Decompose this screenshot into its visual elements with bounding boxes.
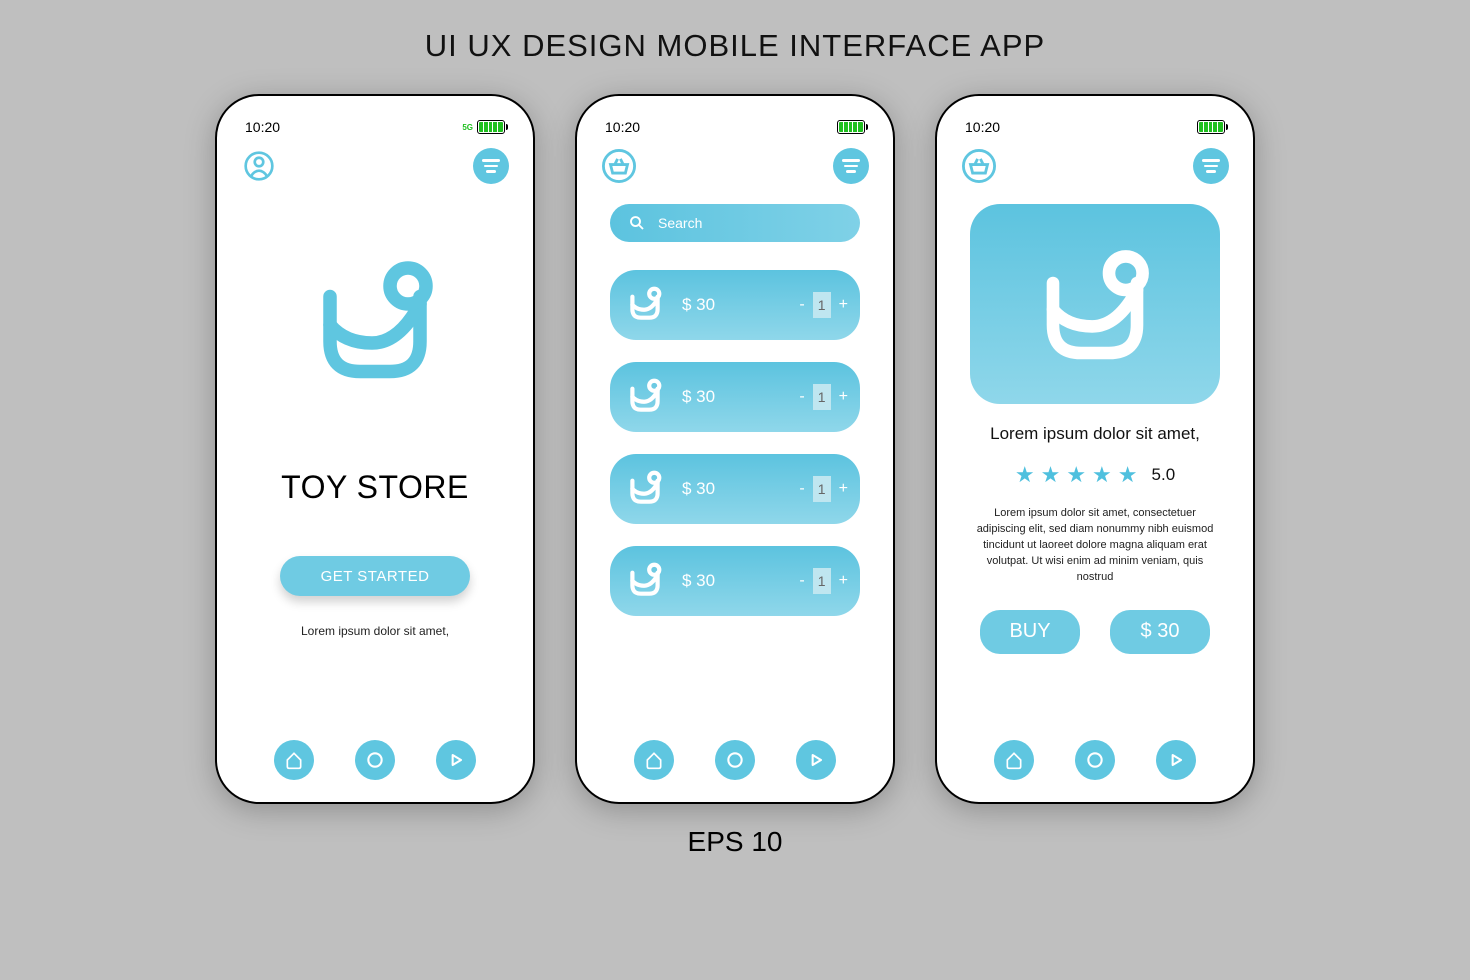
minus-button[interactable]: - [799,572,804,590]
quantity-stepper[interactable]: - 1 + [799,292,848,318]
app-logo-icon [300,244,450,399]
status-time: 10:20 [965,119,1000,135]
status-time: 10:20 [245,119,280,135]
qty-value: 1 [813,384,831,410]
rating-value: 5.0 [1152,465,1176,485]
product-icon [624,558,666,605]
basket-icon[interactable] [601,148,637,184]
quantity-stepper[interactable]: - 1 + [799,568,848,594]
product-icon [624,466,666,513]
quantity-stepper[interactable]: - 1 + [799,384,848,410]
profile-icon[interactable] [241,148,277,184]
plus-button[interactable]: + [839,480,848,498]
qty-value: 1 [813,476,831,502]
screen-list: 10:20 Search $ 30 - [575,94,895,804]
battery-icon [837,120,865,134]
buy-button[interactable]: BUY [980,610,1080,654]
battery-icon [477,120,505,134]
status-time: 10:20 [605,119,640,135]
price-label: $ 30 [682,387,715,407]
price-button[interactable]: $ 30 [1110,610,1210,654]
search-icon [628,214,646,232]
nav-home-icon[interactable] [994,740,1034,780]
product-image [970,204,1220,404]
nav-circle-icon[interactable] [1075,740,1115,780]
menu-icon[interactable] [833,148,869,184]
status-bar: 10:20 5G [217,112,533,142]
search-placeholder: Search [658,215,702,231]
minus-button[interactable]: - [799,296,804,314]
star-icon: ★ [1015,462,1035,488]
list-item[interactable]: $ 30 - 1 + [610,362,860,432]
nav-home-icon[interactable] [634,740,674,780]
status-bar: 10:20 [937,112,1253,142]
page-title: UI UX DESIGN MOBILE INTERFACE APP [425,28,1045,64]
price-label: $ 30 [682,479,715,499]
product-name: Lorem ipsum dolor sit amet, [990,424,1200,444]
nav-play-icon[interactable] [1156,740,1196,780]
star-icon: ★ [1041,462,1061,488]
star-icon: ★ [1118,462,1138,488]
app-title: TOY STORE [281,469,469,506]
minus-button[interactable]: - [799,388,804,406]
list-item[interactable]: $ 30 - 1 + [610,270,860,340]
menu-icon[interactable] [473,148,509,184]
screen-detail: 10:20 Lorem ipsum dolor sit amet, ★ ★ ★ [935,94,1255,804]
status-bar: 10:20 [577,112,893,142]
plus-button[interactable]: + [839,296,848,314]
nav-circle-icon[interactable] [355,740,395,780]
rating: ★ ★ ★ ★ ★ 5.0 [1015,462,1175,488]
nav-play-icon[interactable] [436,740,476,780]
basket-icon[interactable] [961,148,997,184]
battery-icon [1197,120,1225,134]
star-icon: ★ [1092,462,1112,488]
price-label: $ 30 [682,571,715,591]
search-input[interactable]: Search [610,204,860,242]
menu-icon[interactable] [1193,148,1229,184]
product-description: Lorem ipsum dolor sit amet, consectetuer… [970,506,1220,586]
qty-value: 1 [813,292,831,318]
subtitle: Lorem ipsum dolor sit amet, [301,624,449,638]
product-icon [624,282,666,329]
minus-button[interactable]: - [799,480,804,498]
signal-5g-icon: 5G [462,123,473,132]
qty-value: 1 [813,568,831,594]
list-item[interactable]: $ 30 - 1 + [610,454,860,524]
footer-label: EPS 10 [688,826,783,858]
price-label: $ 30 [682,295,715,315]
nav-circle-icon[interactable] [715,740,755,780]
plus-button[interactable]: + [839,572,848,590]
quantity-stepper[interactable]: - 1 + [799,476,848,502]
star-icon: ★ [1066,462,1086,488]
get-started-button[interactable]: GET STARTED [280,556,470,596]
product-icon [1025,234,1165,374]
product-icon [624,374,666,421]
nav-play-icon[interactable] [796,740,836,780]
nav-home-icon[interactable] [274,740,314,780]
screen-welcome: 10:20 5G TOY STORE GET STARTED Lorem [215,94,535,804]
list-item[interactable]: $ 30 - 1 + [610,546,860,616]
plus-button[interactable]: + [839,388,848,406]
